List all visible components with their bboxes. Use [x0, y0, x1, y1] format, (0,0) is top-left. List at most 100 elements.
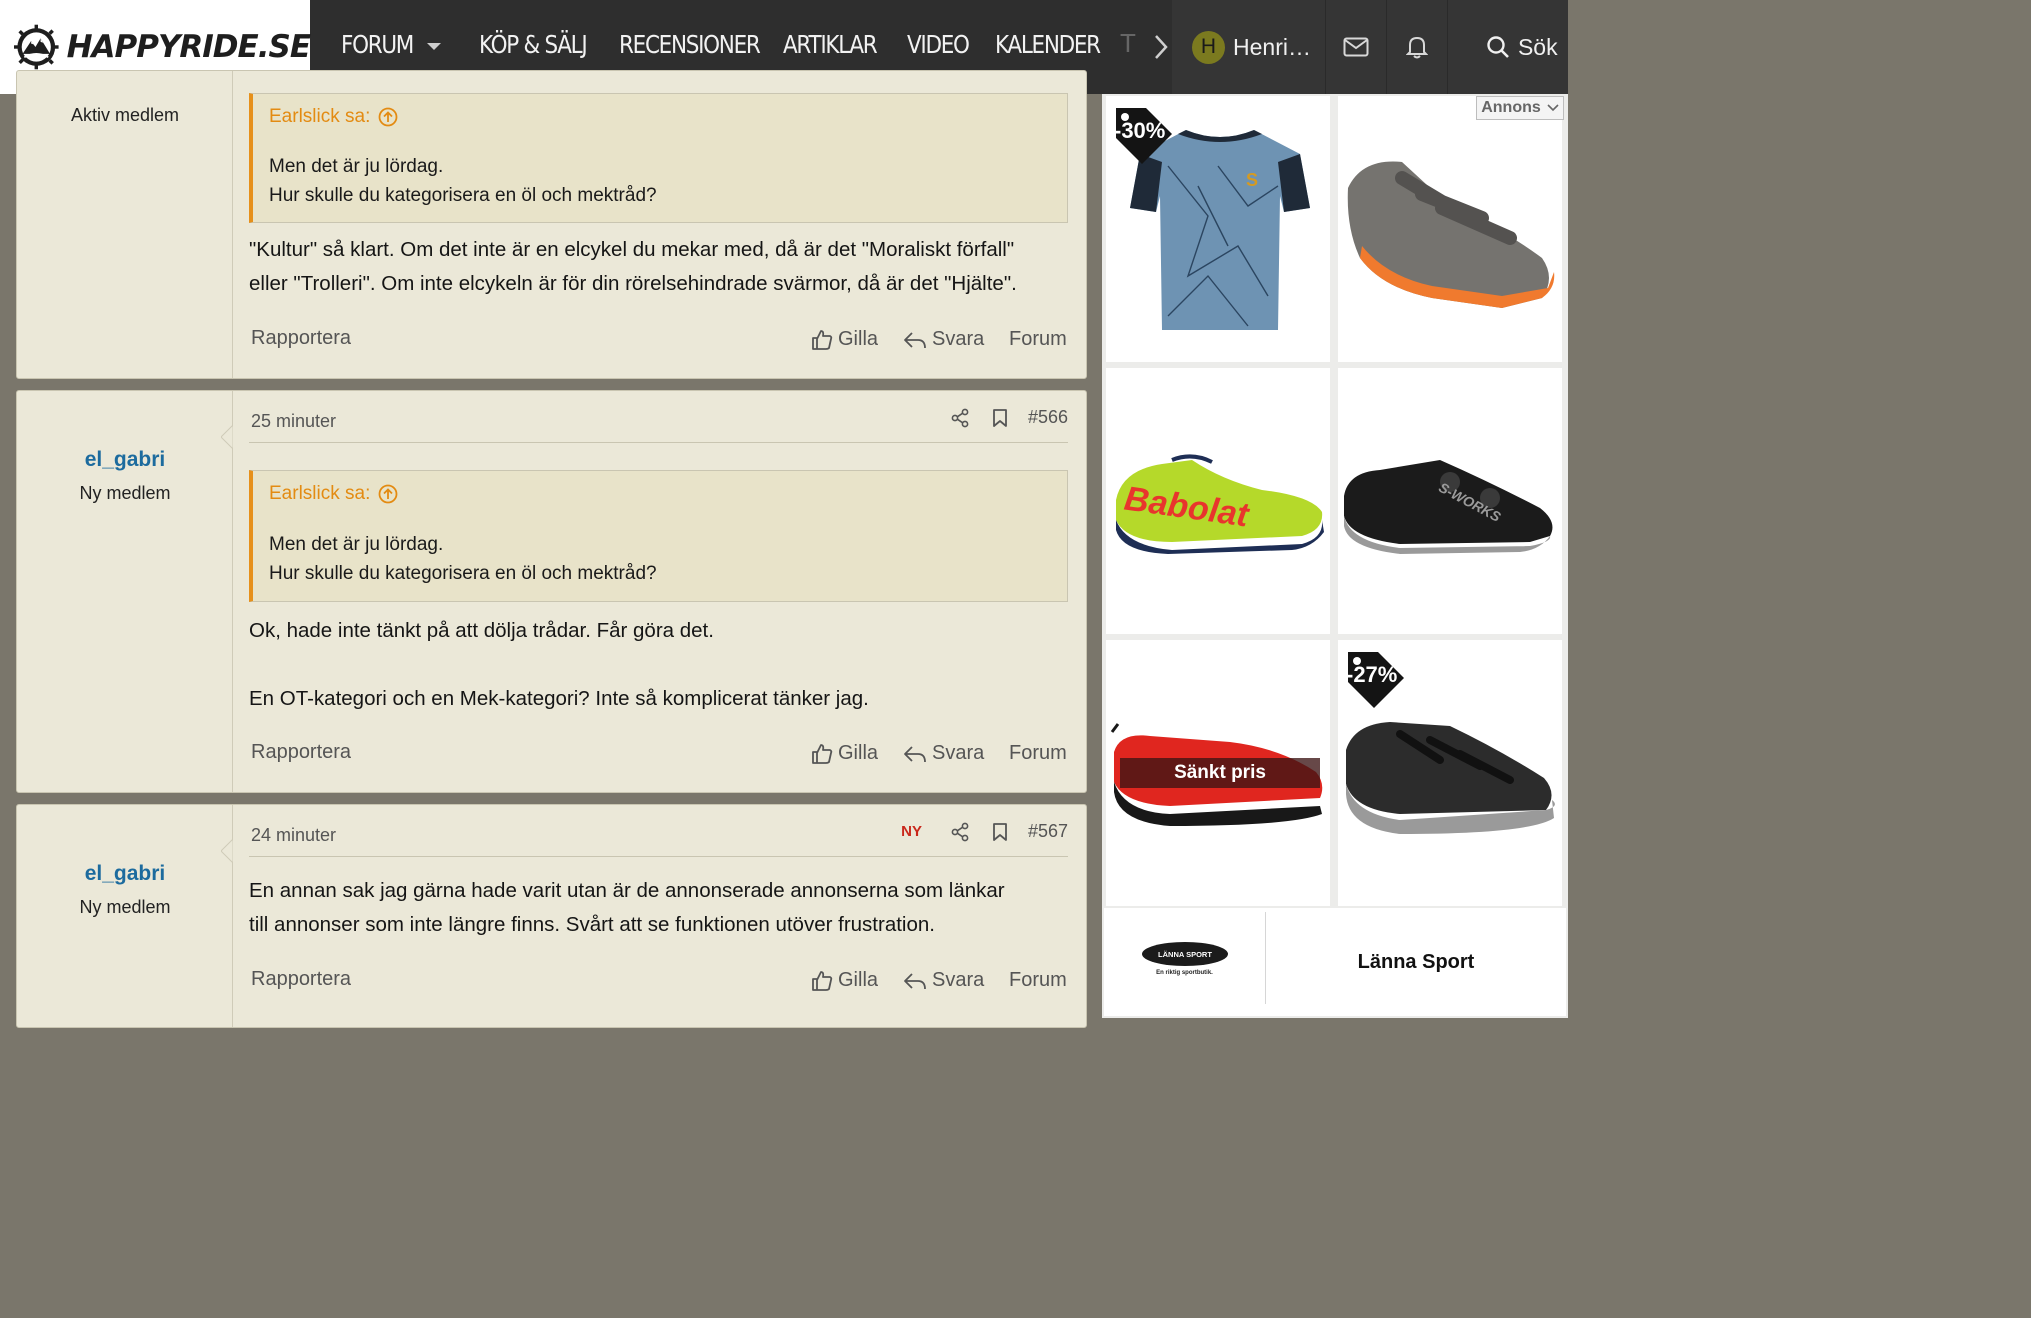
post-number[interactable]: #567 — [1028, 821, 1068, 842]
post-meta-actions: #566 — [936, 407, 1068, 428]
shoe-image — [1346, 722, 1555, 834]
post-meta: 25 minuter #566 — [249, 407, 1068, 443]
reply-button[interactable]: Svara — [903, 969, 984, 992]
bell-icon — [1405, 36, 1428, 59]
quote-author: Earlslick sa: — [269, 483, 371, 504]
nav-kalender[interactable]: KALENDER — [995, 30, 1101, 59]
mountain-bike-logo-icon — [14, 24, 59, 70]
store-logo-text: LÄNNA SPORT — [1158, 950, 1212, 959]
forum-link[interactable]: Forum — [1009, 969, 1067, 992]
ad-options-button[interactable]: Annons — [1476, 96, 1564, 120]
quote-author: Earlslick sa: — [269, 106, 371, 127]
quote-author-link[interactable]: Earlslick sa: — [269, 483, 398, 505]
discount-tag: -30% — [1112, 104, 1174, 166]
thumbs-up-icon — [812, 970, 833, 991]
quote-author-link[interactable]: Earlslick sa: — [269, 106, 398, 128]
user-title: Ny medlem — [79, 483, 171, 503]
bookmark-icon[interactable] — [992, 408, 1008, 428]
site-logo-text: HAPPYRIDE.SE — [66, 29, 311, 65]
account-username: Henri… — [1233, 33, 1311, 60]
arrow-up-circle-icon — [378, 484, 398, 504]
discount-label: -30% — [1114, 118, 1166, 143]
user-title: Aktiv medlem — [70, 105, 180, 125]
quote-line: Men det är ju lördag. — [269, 534, 444, 555]
nav-artiklar[interactable]: ARTIKLAR — [783, 30, 878, 59]
report-button[interactable]: Rapportera — [251, 968, 351, 991]
report-button[interactable]: Rapportera — [251, 741, 351, 764]
sale-banner: Sänkt pris — [1120, 758, 1320, 788]
post-pointer-arrow — [221, 425, 233, 449]
discount-tag: -27% — [1344, 648, 1406, 710]
share-icon[interactable] — [950, 822, 970, 842]
post-actions: Rapportera Gilla Svara Forum — [249, 327, 1068, 355]
post-timestamp[interactable]: 24 minuter — [251, 825, 336, 846]
reply-arrow-icon — [904, 331, 926, 348]
report-button[interactable]: Rapportera — [251, 327, 351, 350]
ad-product-velcro-shoe[interactable] — [1338, 96, 1562, 362]
forum-post: Aktiv medlem Earlslick sa: Men det är ju… — [16, 70, 1087, 379]
reply-arrow-icon — [904, 745, 926, 762]
inbox-button[interactable] — [1326, 0, 1386, 94]
envelope-icon — [1343, 37, 1369, 57]
ad-product-babolat-shoe[interactable]: Babolat — [1106, 368, 1330, 634]
thumbs-up-icon — [812, 329, 833, 350]
chevron-right-icon — [1155, 35, 1168, 59]
nav-kop-salj[interactable]: KÖP & SÄLJ — [479, 30, 588, 59]
post-actions: Rapportera Gilla Svara Forum — [249, 741, 1068, 769]
post-timestamp[interactable]: 25 minuter — [251, 411, 336, 432]
forum-post: el_gabri Ny medlem 25 minuter #566 Earls… — [16, 390, 1087, 793]
post-text-line: eller "Trolleri". Om inte elcykeln är fö… — [249, 272, 1017, 295]
post-text-line: Ok, hade inte tänkt på att dölja trådar.… — [249, 619, 714, 642]
forum-link[interactable]: Forum — [1009, 742, 1067, 765]
post-username[interactable]: el_gabri — [17, 862, 233, 886]
header-user-area: H Henri… Sök — [1172, 0, 1568, 94]
nav-overflow-item: T — [1120, 28, 1136, 58]
blockquote: Earlslick sa: Men det är ju lördag. Hur … — [249, 470, 1068, 602]
ad-sidebar: Annons -30% S Babolat S-WORKS Sänkt pris… — [1102, 94, 1568, 1018]
ad-product-mtb-shoe[interactable]: -27% — [1338, 640, 1562, 906]
nav-forum[interactable]: FORUM — [341, 30, 414, 59]
post-author-panel: el_gabri Ny medlem — [17, 391, 233, 792]
like-button[interactable]: Gilla — [811, 742, 878, 765]
shoe-image — [1344, 460, 1553, 554]
share-icon[interactable] — [950, 408, 970, 428]
reply-button[interactable]: Svara — [903, 742, 984, 765]
ad-product-jersey[interactable]: -30% S — [1106, 96, 1330, 362]
post-pointer-arrow — [221, 839, 233, 863]
forum-post: el_gabri Ny medlem 24 minuter NY #567 En… — [16, 804, 1087, 1028]
post-meta: 24 minuter NY #567 — [249, 821, 1068, 857]
store-tagline: En riktig sportbutik. — [1156, 970, 1213, 976]
shoe-image — [1347, 161, 1555, 308]
post-text-line: till annonser som inte längre finns. Svå… — [249, 913, 935, 936]
account-menu[interactable]: H Henri… — [1192, 30, 1311, 64]
quote-line: Hur skulle du kategorisera en öl och mek… — [269, 563, 657, 584]
chevron-down-icon — [1547, 104, 1559, 112]
header-divider — [1446, 0, 1448, 94]
ad-store-card[interactable]: LÄNNA SPORT En riktig sportbutik. Länna … — [1104, 908, 1566, 1016]
store-logo: LÄNNA SPORT En riktig sportbutik. — [1104, 912, 1266, 1004]
caret-down-icon — [427, 43, 441, 50]
like-button[interactable]: Gilla — [811, 969, 878, 992]
user-title: Ny medlem — [79, 897, 171, 917]
alerts-button[interactable] — [1387, 0, 1447, 94]
post-username[interactable]: el_gabri — [17, 448, 233, 472]
store-logo-icon: LÄNNA SPORT — [1141, 942, 1228, 966]
nav-video[interactable]: VIDEO — [907, 30, 970, 59]
bookmark-icon[interactable] — [992, 822, 1008, 842]
quote-line: Hur skulle du kategorisera en öl och mek… — [269, 185, 657, 206]
search-label: Sök — [1517, 33, 1558, 60]
search-button[interactable]: Sök — [1486, 34, 1558, 61]
post-content: Earlslick sa: Men det är ju lördag. Hur … — [249, 71, 1068, 378]
ad-product-s-works-shoe[interactable]: S-WORKS — [1338, 368, 1562, 634]
svg-text:S: S — [1246, 170, 1258, 190]
post-number[interactable]: #566 — [1028, 407, 1068, 428]
like-label: Gilla — [838, 742, 879, 764]
forum-link[interactable]: Forum — [1009, 328, 1067, 351]
nav-recensioner[interactable]: RECENSIONER — [619, 30, 761, 59]
ad-product-red-shoe[interactable]: Sänkt pris — [1106, 640, 1330, 906]
post-author-panel: Aktiv medlem — [17, 71, 233, 378]
post-content: 24 minuter NY #567 En annan sak jag gärn… — [249, 805, 1068, 1027]
post-actions: Rapportera Gilla Svara Forum — [249, 968, 1068, 996]
reply-button[interactable]: Svara — [903, 328, 984, 351]
like-button[interactable]: Gilla — [811, 328, 878, 351]
